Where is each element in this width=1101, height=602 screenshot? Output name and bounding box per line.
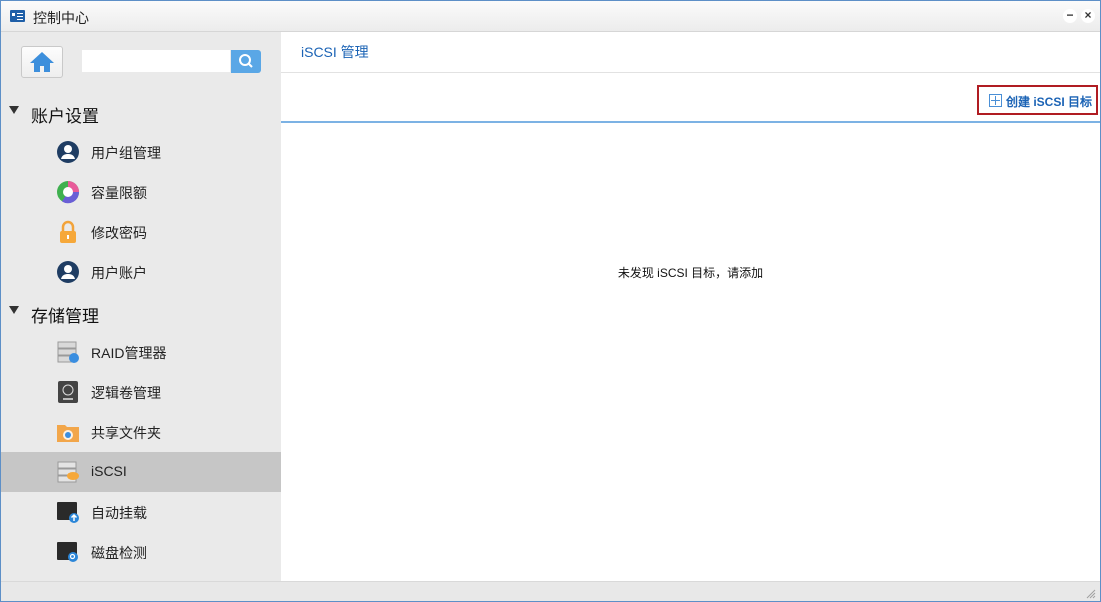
sidebar-item-iscsi[interactable]: iSCSI	[1, 452, 281, 492]
collapse-triangle-icon	[9, 306, 19, 314]
minimize-button[interactable]: −	[1063, 9, 1077, 23]
create-button-label: 创建 iSCSI 目标	[1006, 95, 1093, 109]
search-icon	[239, 54, 253, 68]
quota-pie-icon	[57, 181, 80, 204]
sidebar-item-label: 用户账户	[91, 265, 147, 281]
lvm-icon	[58, 381, 78, 403]
iscsi-icon	[57, 461, 79, 483]
close-button[interactable]: ×	[1081, 9, 1095, 23]
search-input[interactable]	[82, 50, 230, 72]
sidebar-item-label: 磁盘检测	[91, 545, 147, 561]
empty-state-message: 未发现 iSCSI 目标，请添加	[617, 266, 764, 280]
section-label: 存储管理	[31, 307, 99, 326]
collapse-triangle-icon	[9, 106, 19, 114]
home-button[interactable]	[21, 46, 63, 78]
sidebar-item-auto-mount[interactable]: 自动挂载	[1, 492, 281, 532]
user-group-icon	[57, 141, 79, 163]
tab-iscsi-management[interactable]: iSCSI 管理	[301, 42, 369, 62]
sidebar-item-label: 逻辑卷管理	[91, 385, 161, 401]
sidebar-item-label: 共享文件夹	[91, 425, 161, 441]
disk-check-icon	[57, 542, 78, 562]
sidebar-item-change-password[interactable]: 修改密码	[1, 212, 281, 252]
toolbar: 创建 iSCSI 目标	[281, 73, 1100, 123]
window-title: 控制中心	[33, 10, 89, 26]
user-account-icon	[57, 261, 79, 283]
sidebar-item-quota[interactable]: 容量限额	[1, 172, 281, 212]
status-bar	[1, 581, 1100, 601]
title-bar[interactable]: 控制中心 − ×	[1, 1, 1100, 32]
section-storage-management[interactable]: 存储管理	[1, 294, 281, 330]
sidebar-item-raid-manager[interactable]: RAID管理器	[1, 332, 281, 372]
sidebar-item-label: RAID管理器	[91, 345, 167, 361]
control-center-window: 控制中心 − × 账户设置 用户组管理 容量限额 修改密码 用户账户 存储管理 …	[0, 0, 1101, 602]
sidebar: 账户设置 用户组管理 容量限额 修改密码 用户账户 存储管理 RAID管理器 逻…	[1, 32, 281, 581]
home-icon	[30, 52, 54, 72]
search-button[interactable]	[231, 50, 261, 73]
sidebar-item-label: iSCSI	[91, 463, 127, 479]
sidebar-item-disk-check[interactable]: 磁盘检测	[1, 532, 281, 572]
sidebar-item-label: 容量限额	[91, 185, 147, 201]
tab-bar: iSCSI 管理	[281, 32, 1100, 73]
create-iscsi-target-button[interactable]: 创建 iSCSI 目标	[977, 85, 1098, 115]
raid-icon	[57, 341, 79, 363]
sidebar-item-label: 修改密码	[91, 225, 147, 241]
auto-mount-icon	[57, 502, 79, 523]
sidebar-item-user-groups[interactable]: 用户组管理	[1, 132, 281, 172]
sidebar-item-shared-folder[interactable]: 共享文件夹	[1, 412, 281, 452]
lock-icon	[60, 220, 76, 243]
shared-folder-icon	[57, 425, 79, 442]
sidebar-item-label: 自动挂载	[91, 505, 147, 521]
plus-icon	[989, 94, 1002, 107]
resize-grip-icon[interactable]	[1086, 589, 1096, 599]
sidebar-item-lvm[interactable]: 逻辑卷管理	[1, 372, 281, 412]
section-label: 账户设置	[31, 107, 99, 126]
control-center-icon	[10, 10, 25, 22]
main-panel: iSCSI 管理 创建 iSCSI 目标 未发现 iSCSI 目标，请添加	[281, 32, 1100, 581]
sidebar-item-label: 用户组管理	[91, 145, 161, 161]
sidebar-item-user-account[interactable]: 用户账户	[1, 252, 281, 292]
section-account-settings[interactable]: 账户设置	[1, 94, 281, 130]
